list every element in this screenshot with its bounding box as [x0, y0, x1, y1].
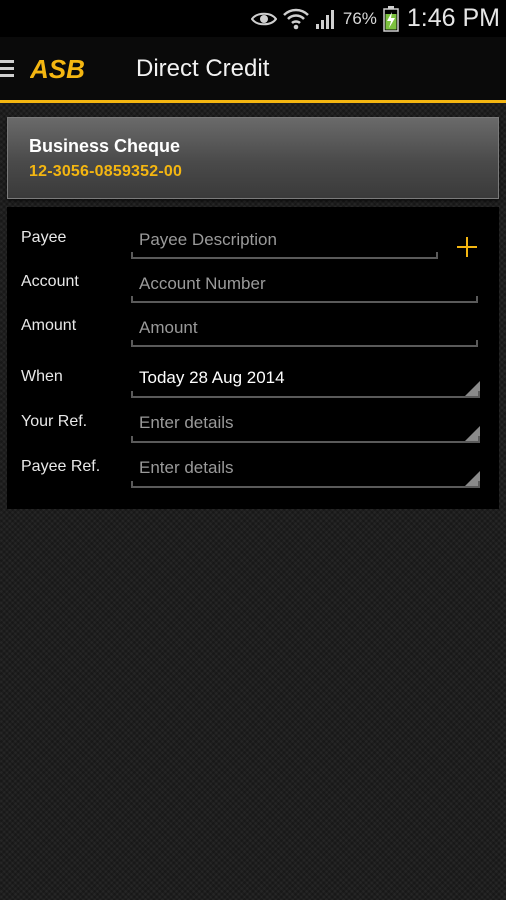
dropdown-corner-icon — [465, 471, 480, 486]
amount-label: Amount — [21, 317, 77, 334]
wifi-icon — [282, 8, 309, 30]
payee-ref-placeholder: Enter details — [139, 458, 234, 477]
when-date-select[interactable]: Today 28 Aug 2014 — [131, 354, 480, 398]
when-value: Today 28 Aug 2014 — [139, 368, 285, 387]
signal-icon — [315, 8, 337, 30]
payee-ref-row: Payee Ref. Enter details — [7, 449, 499, 493]
payee-label: Payee — [21, 229, 67, 246]
eye-icon — [250, 10, 277, 28]
amount-placeholder: Amount — [139, 318, 198, 337]
account-row: Account Account Number — [7, 264, 499, 308]
menu-icon[interactable] — [0, 56, 18, 82]
header-divider — [0, 100, 506, 103]
when-label: When — [21, 368, 63, 385]
your-ref-input[interactable]: Enter details — [131, 399, 480, 443]
action-bar: ASB Direct Credit — [0, 37, 506, 100]
your-ref-label: Your Ref. — [21, 413, 88, 430]
account-name: Business Cheque — [29, 136, 181, 156]
payee-placeholder: Payee Description — [139, 230, 277, 249]
page-title: Direct Credit — [136, 54, 270, 82]
direct-credit-form: Payee Payee Description Account Account … — [7, 207, 499, 509]
payee-ref-label: Payee Ref. — [21, 458, 101, 475]
amount-input[interactable]: Amount — [131, 303, 478, 347]
account-placeholder: Account Number — [139, 274, 266, 293]
your-ref-row: Your Ref. Enter details — [7, 404, 499, 448]
battery-percent: 76% — [342, 8, 377, 28]
status-bar: 76% 1:46 PM — [0, 0, 506, 37]
asb-logo[interactable]: ASB — [30, 57, 122, 81]
your-ref-placeholder: Enter details — [139, 413, 234, 432]
clock: 1:46 PM — [406, 4, 500, 32]
payee-row: Payee Payee Description — [7, 220, 499, 264]
account-number: 12-3056-0859352-00 — [29, 163, 183, 180]
account-number-input[interactable]: Account Number — [131, 259, 478, 303]
account-card[interactable]: Business Cheque 12-3056-0859352-00 — [7, 117, 499, 199]
dropdown-corner-icon — [465, 381, 480, 396]
amount-row: Amount Amount — [7, 308, 499, 352]
when-row: When Today 28 Aug 2014 — [7, 359, 499, 403]
battery-charging-icon — [383, 5, 399, 32]
account-label: Account — [21, 273, 79, 290]
payee-ref-input[interactable]: Enter details — [131, 444, 480, 488]
payee-input[interactable]: Payee Description — [131, 215, 438, 259]
svg-text:ASB: ASB — [30, 57, 85, 81]
dropdown-corner-icon — [465, 426, 480, 441]
